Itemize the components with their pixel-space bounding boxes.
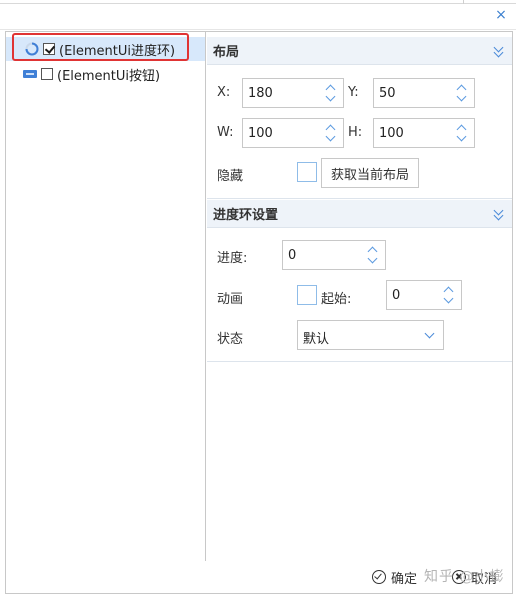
state-value: 默认 <box>303 332 330 347</box>
dialog-body: (ElementUi进度环) (ElementUi按钮) 布局 X: 180 Y… <box>5 31 513 562</box>
start-value: 0 <box>392 288 401 303</box>
h-spinbox[interactable]: 100 <box>373 118 475 148</box>
state-label: 状态 <box>217 332 244 347</box>
spin-down-icon[interactable] <box>456 93 468 105</box>
dialog-footer: 确定 取消 知乎 @小蟛 <box>5 561 513 594</box>
animation-checkbox[interactable] <box>297 285 317 305</box>
spin-down-icon[interactable] <box>325 133 337 145</box>
y-label: Y: <box>348 85 359 100</box>
tree-checkbox-button[interactable] <box>41 68 53 80</box>
section-divider <box>207 361 512 362</box>
start-label: 起始: <box>321 292 352 307</box>
titlebar-tick <box>463 0 464 4</box>
y-spinbox[interactable]: 50 <box>373 78 475 108</box>
section-title: 布局 <box>213 45 240 60</box>
ok-button[interactable]: 确定 <box>372 568 418 587</box>
tree-item-progress-ring[interactable]: (ElementUi进度环) <box>6 37 205 61</box>
h-value: 100 <box>379 126 404 141</box>
x-label: X: <box>217 85 231 100</box>
h-label: H: <box>348 125 363 140</box>
close-icon[interactable]: × <box>494 8 508 22</box>
spin-down-icon[interactable] <box>367 255 379 267</box>
progress-section-header[interactable]: 进度环设置 <box>207 200 512 228</box>
layout-section-header[interactable]: 布局 <box>207 37 512 65</box>
get-current-layout-button[interactable]: 获取当前布局 <box>321 158 419 188</box>
ok-label: 确定 <box>391 571 418 587</box>
progress-spinbox[interactable]: 0 <box>282 240 386 270</box>
tree-item-label: (ElementUi进度环) <box>59 43 176 59</box>
component-tree: (ElementUi进度环) (ElementUi按钮) <box>6 32 206 561</box>
spin-down-icon[interactable] <box>456 133 468 145</box>
x-value: 180 <box>248 86 273 101</box>
section-title: 进度环设置 <box>213 208 279 223</box>
animation-label: 动画 <box>217 292 244 307</box>
w-spinbox[interactable]: 100 <box>242 118 344 148</box>
w-label: W: <box>217 125 234 140</box>
hidden-label: 隐藏 <box>217 169 244 184</box>
collapse-chevron-icon[interactable] <box>494 208 504 220</box>
progress-label: 进度: <box>217 251 248 266</box>
spin-down-icon[interactable] <box>325 93 337 105</box>
state-select[interactable]: 默认 <box>297 320 444 350</box>
progress-value: 0 <box>288 248 297 263</box>
section-divider <box>207 198 512 199</box>
spin-down-icon[interactable] <box>443 295 455 307</box>
y-value: 50 <box>379 86 396 101</box>
tree-checkbox-progress-ring[interactable] <box>43 43 55 55</box>
check-circle-icon <box>372 570 386 584</box>
collapse-chevron-icon[interactable] <box>494 45 504 57</box>
titlebar-divider <box>0 3 516 4</box>
start-spinbox[interactable]: 0 <box>386 280 462 310</box>
x-spinbox[interactable]: 180 <box>242 78 344 108</box>
w-value: 100 <box>248 126 273 141</box>
tree-item-label: (ElementUi按钮) <box>57 68 161 84</box>
chevron-down-icon[interactable] <box>424 328 435 339</box>
tree-item-button[interactable]: (ElementUi按钮) <box>6 62 205 86</box>
dialog-titlebar: × <box>0 0 516 30</box>
progress-ring-icon <box>25 42 39 56</box>
hidden-checkbox[interactable] <box>297 162 317 182</box>
watermark: 知乎 @小蟛 <box>424 569 505 585</box>
button-component-icon <box>23 70 37 78</box>
